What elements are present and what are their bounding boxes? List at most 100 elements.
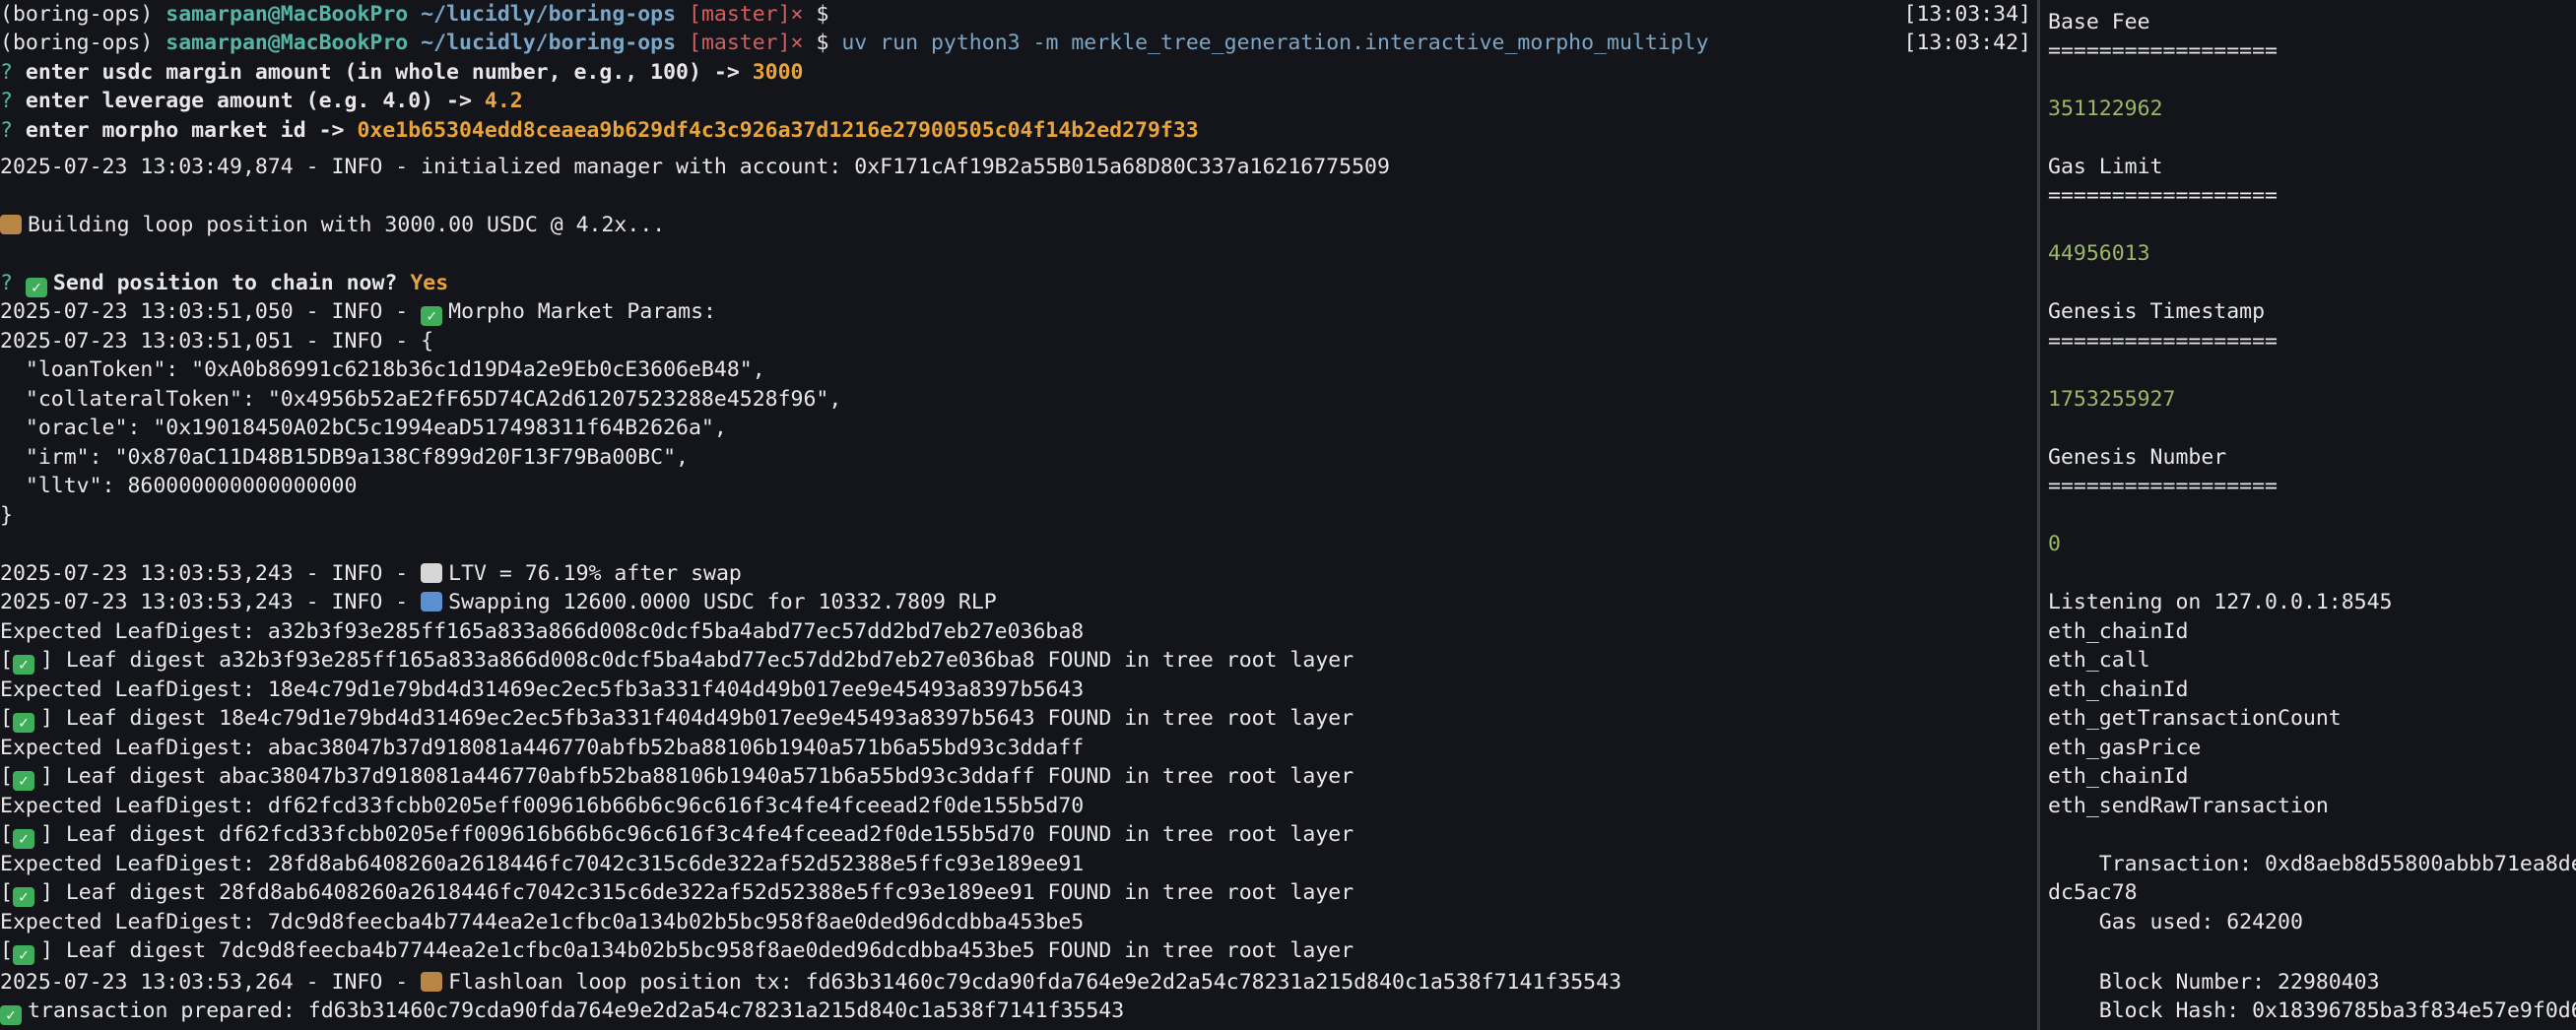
cwd-path: ~/lucidly/boring-ops	[408, 31, 677, 55]
expected-digest-line: Expected LeafDigest: abac38047b37d918081…	[0, 736, 1085, 760]
base-fee-label: Base Fee	[2048, 10, 2150, 34]
expected-digest-line: Expected LeafDigest: df62fcd33fcbb0205ef…	[0, 794, 1085, 818]
box-icon	[421, 972, 443, 992]
log-text: transaction prepared: fd63b31460c79cda90…	[28, 998, 1125, 1023]
found-text: ] Leaf digest 18e4c79d1e79bd4d31469ec2ec…	[39, 706, 1354, 731]
found-text: ] Leaf digest a32b3f93e285ff165a833a866d…	[39, 648, 1354, 673]
log-line: 2025-07-23 13:03:51,051 - INFO - {	[0, 329, 434, 354]
timestamp: [13:03:34]	[1903, 2, 2031, 27]
rpc-call: eth_gasPrice	[2048, 736, 2202, 760]
question-market-id: ? enter morpho market id -> 0xe1b65304ed…	[0, 116, 1199, 145]
expected-digest-line: Expected LeafDigest: 18e4c79d1e79bd4d314…	[0, 677, 1085, 702]
check-icon: ✓	[12, 829, 34, 849]
question-text: Send position to chain now?	[52, 271, 411, 295]
chart-down-icon	[421, 563, 443, 583]
right-terminal-pane[interactable]: Base Fee ================== 351122962 Ga…	[2040, 0, 2576, 1030]
left-terminal-pane[interactable]: (boring-ops) samarpan@MacBookPro ~/lucid…	[0, 0, 2037, 1030]
found-digest-line: [✓] Leaf digest 18e4c79d1e79bd4d31469ec2…	[0, 706, 1354, 733]
question-mark: ?	[0, 89, 26, 113]
log-line: 2025-07-23 13:03:53,243 - INFO - LTV = 7…	[0, 559, 742, 588]
check-icon: ✓	[0, 1005, 22, 1025]
question-mark: ?	[0, 271, 26, 295]
json-line: "lltv": 860000000000000000	[0, 474, 358, 498]
transaction-line-wrap: dc5ac78	[2048, 880, 2138, 905]
user-host: samarpan@MacBookPro	[165, 2, 409, 27]
question-send: ? ✓ Send position to chain now? Yes	[0, 269, 448, 297]
genesis-timestamp-value: 1753255927	[2048, 387, 2176, 412]
log-text: Morpho Market Params:	[448, 299, 716, 324]
log-prefix: 2025-07-23 13:03:53,243 - INFO -	[0, 590, 422, 614]
json-line: "loanToken": "0xA0b86991c6218b36c1d19D4a…	[0, 357, 765, 382]
found-text: ] Leaf digest abac38047b37d918081a446770…	[39, 764, 1354, 789]
terminal-window: (boring-ops) samarpan@MacBookPro ~/lucid…	[0, 0, 2576, 1030]
question-text: enter leverage amount (e.g. 4.0) ->	[25, 89, 485, 113]
expected-digest-line: Expected LeafDigest: a32b3f93e285ff165a8…	[0, 619, 1085, 644]
prompt-line: (boring-ops) samarpan@MacBookPro ~/lucid…	[0, 0, 828, 29]
gas-limit-value: 44956013	[2048, 241, 2150, 266]
log-line: 2025-07-23 13:03:53,264 - INFO - Flashlo…	[0, 968, 1621, 997]
found-digest-line: [✓] Leaf digest a32b3f93e285ff165a833a86…	[0, 648, 1354, 675]
answer-text: 4.2	[484, 89, 523, 113]
block-hash-line: Block Hash: 0x18396785ba3f834e57e9f0d6a	[2048, 998, 2576, 1023]
git-branch: [master]×	[676, 2, 804, 27]
log-text: Swapping 12600.0000 USDC for 10332.7809 …	[448, 590, 997, 614]
log-line: 2025-07-23 13:03:51,050 - INFO - ✓ Morpho…	[0, 297, 716, 326]
log-prefix: 2025-07-23 13:03:53,264 - INFO -	[0, 970, 422, 995]
rpc-call: eth_call	[2048, 648, 2150, 673]
answer-text: 0xe1b65304edd8ceaea9b629df4c3c926a37d121…	[357, 118, 1199, 143]
json-line: }	[0, 503, 13, 528]
check-icon: ✓	[421, 306, 443, 326]
log-line: 2025-07-23 13:03:49,874 - INFO - initial…	[0, 155, 1390, 179]
question-mark: ?	[0, 60, 26, 85]
log-text: Building loop position with 3000.00 USDC…	[28, 213, 666, 237]
rpc-call: eth_chainId	[2048, 619, 2189, 644]
separator: ==================	[2048, 329, 2278, 354]
question-mark: ?	[0, 118, 26, 143]
venv-label: (boring-ops)	[0, 31, 166, 55]
check-icon: ✓	[12, 771, 34, 791]
rpc-call: eth_getTransactionCount	[2048, 706, 2342, 731]
block-number-line: Block Number: 22980403	[2048, 970, 2380, 995]
json-line: "collateralToken": "0x4956b52aE2fF65D74C…	[0, 387, 842, 412]
separator: ==================	[2048, 474, 2278, 498]
user-host: samarpan@MacBookPro	[165, 31, 409, 55]
found-digest-line: [✓] Leaf digest 7dc9d8feecba4b7744ea2e1c…	[0, 938, 1354, 965]
rpc-call: eth_chainId	[2048, 764, 2189, 789]
expected-digest-line: Expected LeafDigest: 7dc9d8feecba4b7744e…	[0, 910, 1085, 934]
expected-digest-line: Expected LeafDigest: 28fd8ab6408260a2618…	[0, 852, 1085, 876]
separator: ==================	[2048, 183, 2278, 208]
log-text: LTV = 76.19% after swap	[448, 561, 742, 586]
question-leverage: ? enter leverage amount (e.g. 4.0) -> 4.…	[0, 87, 523, 115]
found-digest-line: [✓] Leaf digest df62fcd33fcbb0205eff0096…	[0, 822, 1354, 849]
genesis-timestamp-label: Genesis Timestamp	[2048, 299, 2266, 324]
log-line: Building loop position with 3000.00 USDC…	[0, 211, 665, 239]
base-fee-value: 351122962	[2048, 97, 2163, 121]
question-text: enter usdc margin amount (in whole numbe…	[25, 60, 753, 85]
genesis-number-label: Genesis Number	[2048, 445, 2227, 470]
genesis-number-value: 0	[2048, 532, 2061, 556]
git-branch: [master]×	[676, 31, 804, 55]
box-icon	[0, 215, 22, 234]
log-text: Flashloan loop position tx: fd63b31460c7…	[448, 970, 1622, 995]
listening-line: Listening on 127.0.0.1:8545	[2048, 590, 2393, 614]
separator: ==================	[2048, 38, 2278, 63]
rpc-call: eth_chainId	[2048, 677, 2189, 702]
command-text: uv run python3 -m merkle_tree_generation…	[841, 31, 1709, 55]
found-digest-line: [✓] Leaf digest 28fd8ab6408260a2618446fc…	[0, 880, 1354, 907]
check-icon: ✓	[25, 278, 47, 297]
command-line: (boring-ops) samarpan@MacBookPro ~/lucid…	[0, 29, 1709, 57]
found-text: ] Leaf digest 28fd8ab6408260a2618446fc70…	[39, 880, 1354, 905]
gas-limit-label: Gas Limit	[2048, 155, 2163, 179]
log-line: ✓ transaction prepared: fd63b31460c79cda9…	[0, 997, 1124, 1025]
found-text: ] Leaf digest df62fcd33fcbb0205eff009616…	[39, 822, 1354, 847]
swap-icon	[421, 592, 443, 612]
cwd-path: ~/lucidly/boring-ops	[408, 2, 677, 27]
transaction-line: Transaction: 0xd8aeb8d55800abbb71ea8ded	[2048, 852, 2576, 876]
prompt-symbol: $	[803, 31, 842, 55]
log-line: 2025-07-23 13:03:53,243 - INFO - Swappin…	[0, 588, 997, 616]
rpc-call: eth_sendRawTransaction	[2048, 794, 2329, 818]
question-text: enter morpho market id ->	[25, 118, 358, 143]
log-prefix: 2025-07-23 13:03:53,243 - INFO -	[0, 561, 422, 586]
log-prefix: 2025-07-23 13:03:51,050 - INFO -	[0, 299, 422, 324]
timestamp: [13:03:42]	[1903, 31, 2031, 55]
